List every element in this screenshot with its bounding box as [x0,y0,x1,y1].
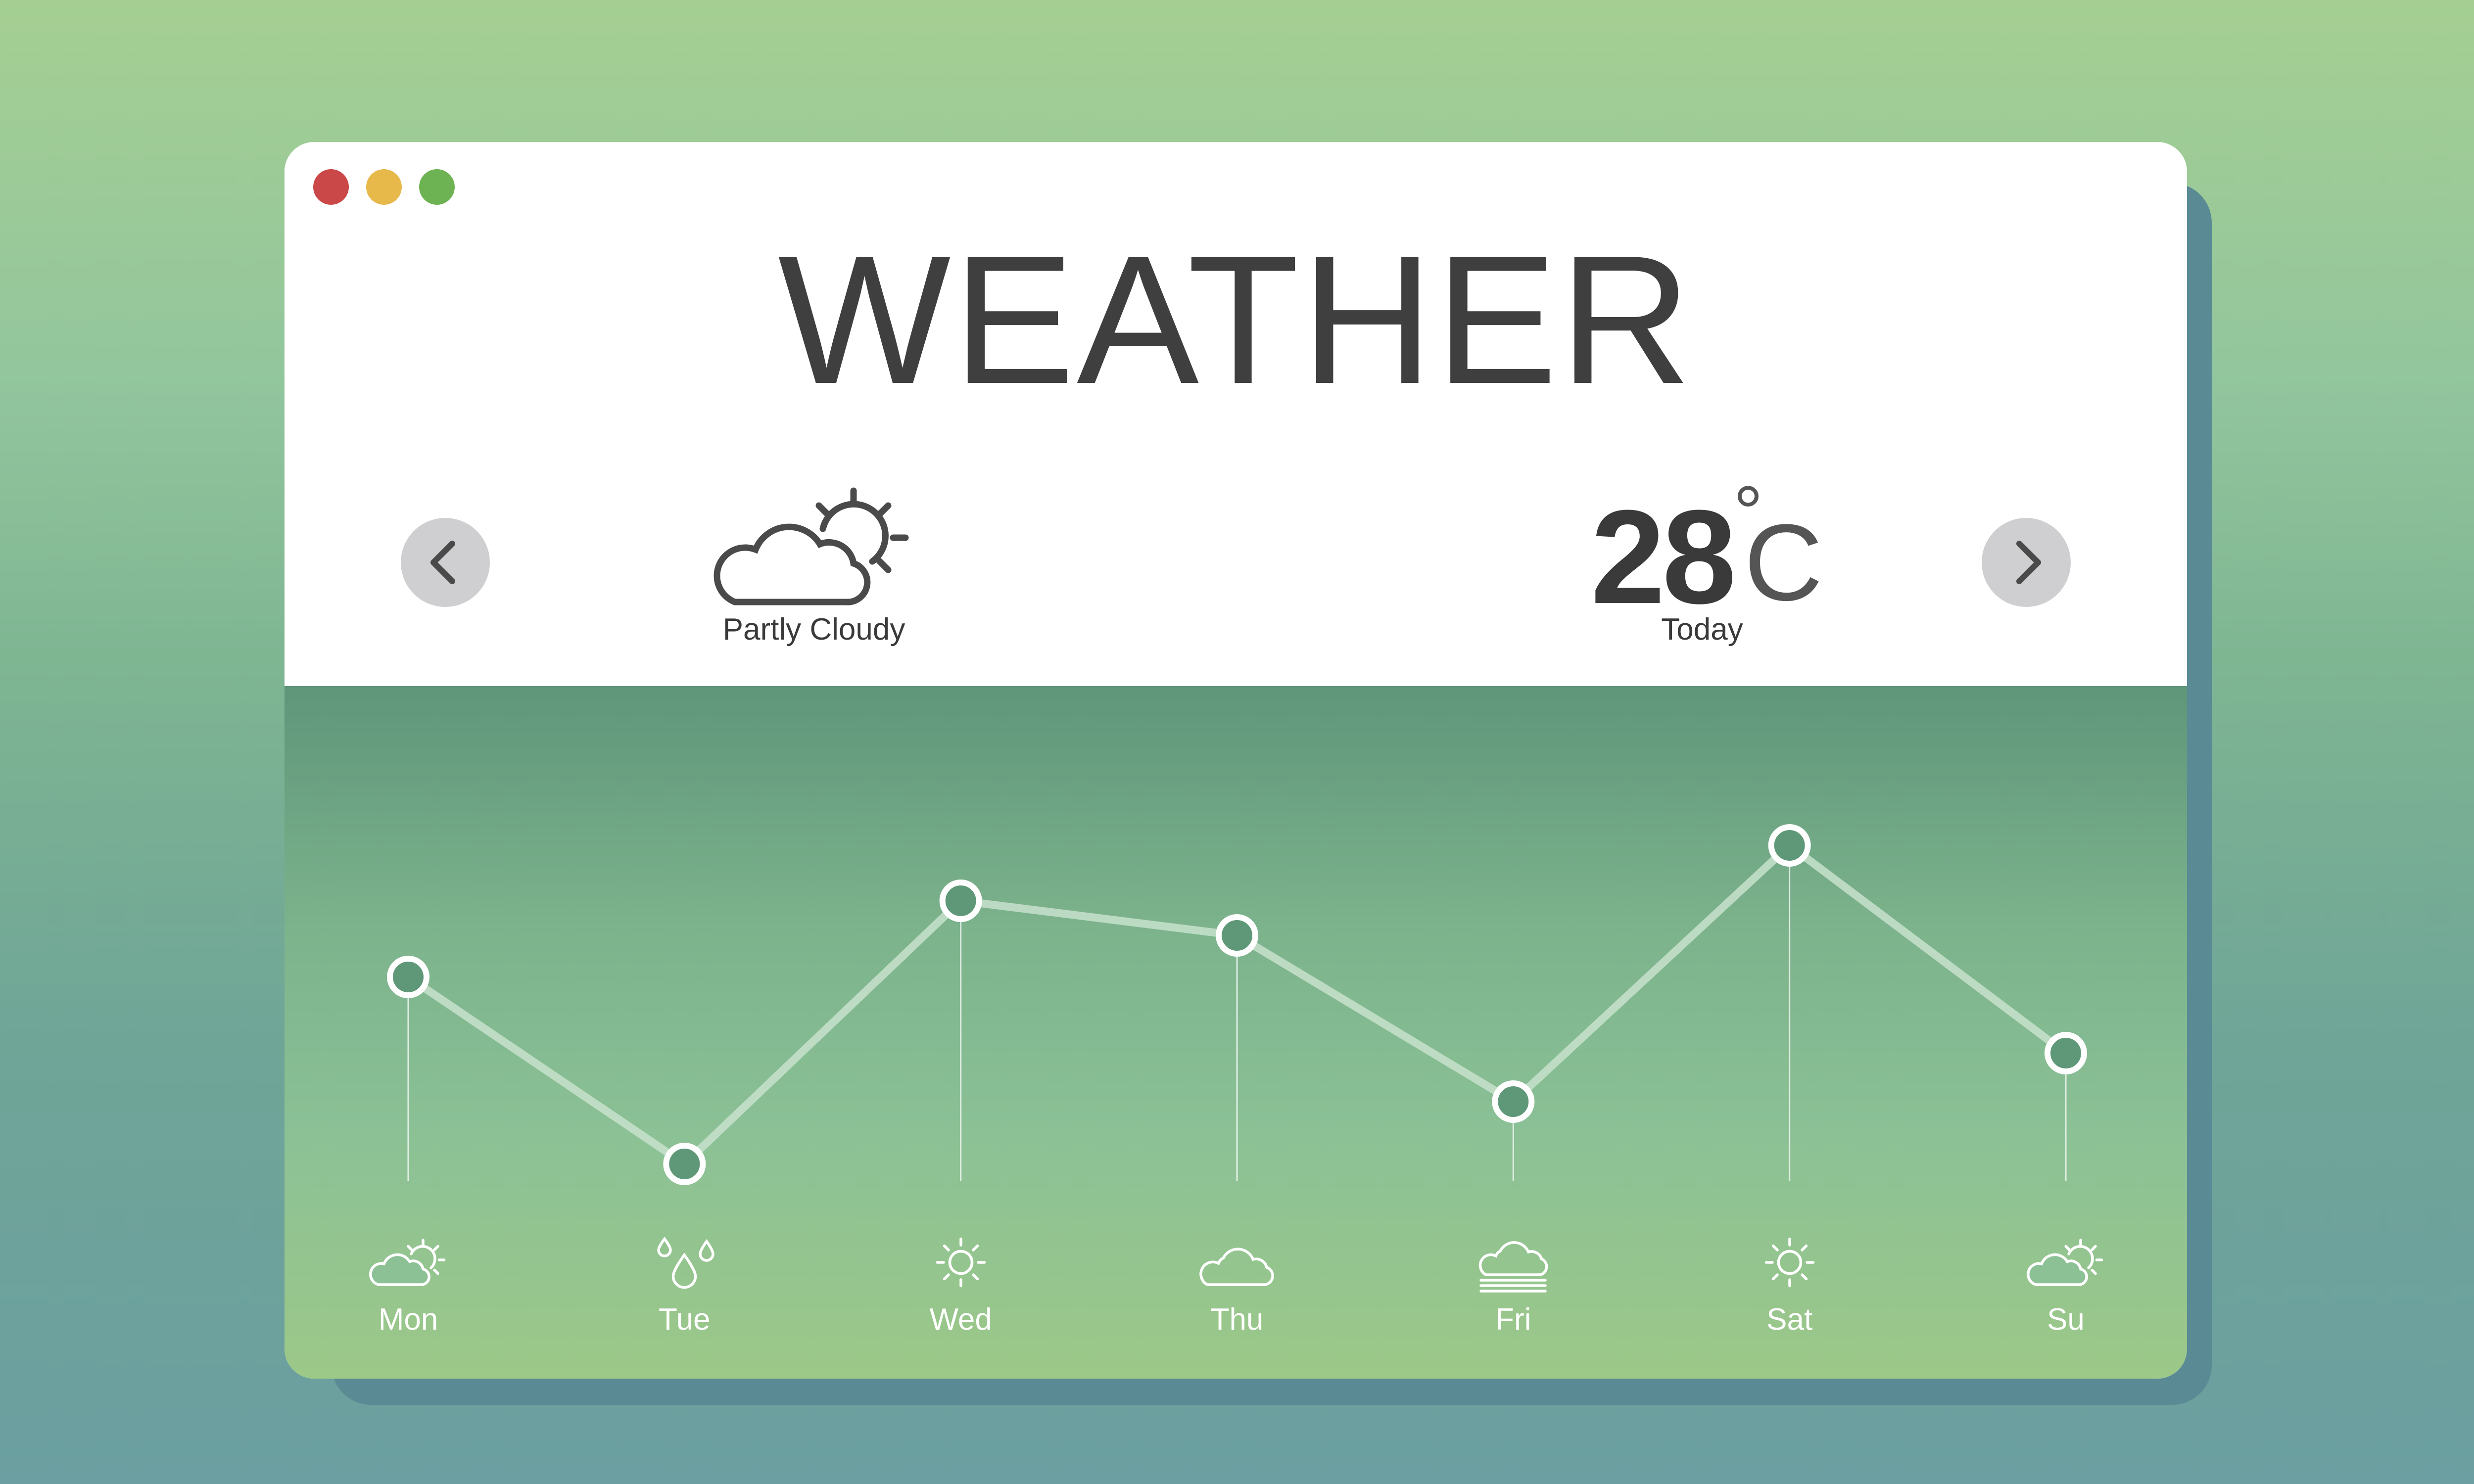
sun-icon [936,1237,986,1288]
data-point-fri[interactable] [1492,1080,1535,1123]
sun-icon [1764,1237,1814,1288]
fog-icon [1479,1241,1548,1293]
condition-label: Partly Cloudy [722,612,905,647]
day-label-su: Su [2047,1302,2085,1337]
weather-window: WEATHER Partly Cloudy 28 ° C Today Mon T… [285,142,2187,1379]
data-point-wed[interactable] [939,880,982,922]
data-point-thu[interactable] [1216,914,1258,957]
maximize-button[interactable] [419,169,455,205]
previous-button[interactable] [401,518,490,607]
data-point-sat[interactable] [1768,824,1811,867]
rain-drops-icon [657,1237,715,1289]
day-label-sat: Sat [1766,1302,1813,1337]
app-title: WEATHER [778,218,1694,422]
day-label-thu: Thu [1210,1302,1264,1337]
partly-cloudy-icon [714,487,909,605]
data-point-tue[interactable] [663,1143,706,1185]
cloud-icon [1199,1248,1274,1286]
partly-cloudy-icon [369,1239,446,1286]
day-label-fri: Fri [1495,1302,1531,1337]
close-button[interactable] [313,169,349,205]
day-label-wed: Wed [929,1302,992,1337]
day-label-tue: Tue [659,1302,711,1337]
data-point-mon[interactable] [387,956,429,998]
data-point-su[interactable] [2045,1032,2087,1074]
header: WEATHER Partly Cloudy 28 ° C Today [285,142,2187,686]
next-button[interactable] [1982,518,2071,607]
partly-cloudy-icon [2027,1239,2103,1286]
temperature-value: 28 [1591,483,1736,632]
chevron-left-icon [430,541,455,584]
day-label-mon: Mon [378,1302,438,1337]
chevron-right-icon [2016,541,2041,584]
today-label: Today [1661,612,1743,647]
minimize-button[interactable] [366,169,402,205]
forecast-chart: Mon Tue Wed Thu Fri Sat Su [285,686,2187,1379]
